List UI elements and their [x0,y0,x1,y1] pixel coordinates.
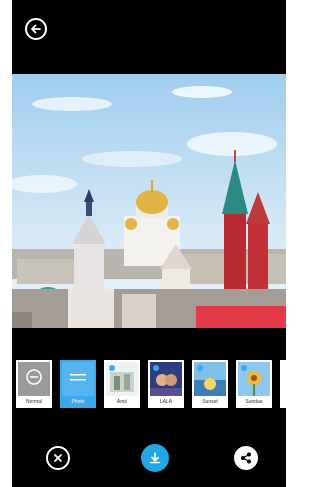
filter-lala[interactable]: LALA [148,360,184,408]
cancel-button[interactable] [46,446,70,470]
filter-thumbnail [238,362,270,396]
filter-thumbnail [106,362,138,396]
filter-photo[interactable]: Photo [60,360,96,408]
download-icon [149,452,161,464]
photo-filter-icon [70,374,86,381]
share-button[interactable] [234,446,258,470]
photo-preview [12,74,286,328]
save-button[interactable] [141,444,169,472]
filter-label: Normal [25,399,43,405]
close-x-icon [54,454,62,462]
photo-editor-screen: Normal Photo Amé LALA Sunset Sundae [12,0,286,487]
filter-label: Photo [71,399,85,405]
filter-label: LALA [159,399,173,405]
back-arrow-icon [31,24,41,34]
none-icon [26,369,42,385]
share-icon [241,452,251,464]
filter-ame[interactable]: Amé [104,360,140,408]
filter-next-partial[interactable] [280,360,286,408]
back-button[interactable] [25,18,47,40]
filter-sunset[interactable]: Sunset [192,360,228,408]
filter-thumbnail [150,362,182,396]
filter-normal[interactable]: Normal [16,360,52,408]
filter-thumbnail [18,362,50,396]
filter-label: Sunset [202,399,218,405]
filter-label: Sundae [245,399,263,405]
filter-thumbnail [194,362,226,396]
filter-strip: Normal Photo Amé LALA Sunset Sundae [12,360,286,410]
filter-label: Amé [116,399,128,405]
filter-thumbnail [62,362,94,396]
filter-sundae[interactable]: Sundae [236,360,272,408]
